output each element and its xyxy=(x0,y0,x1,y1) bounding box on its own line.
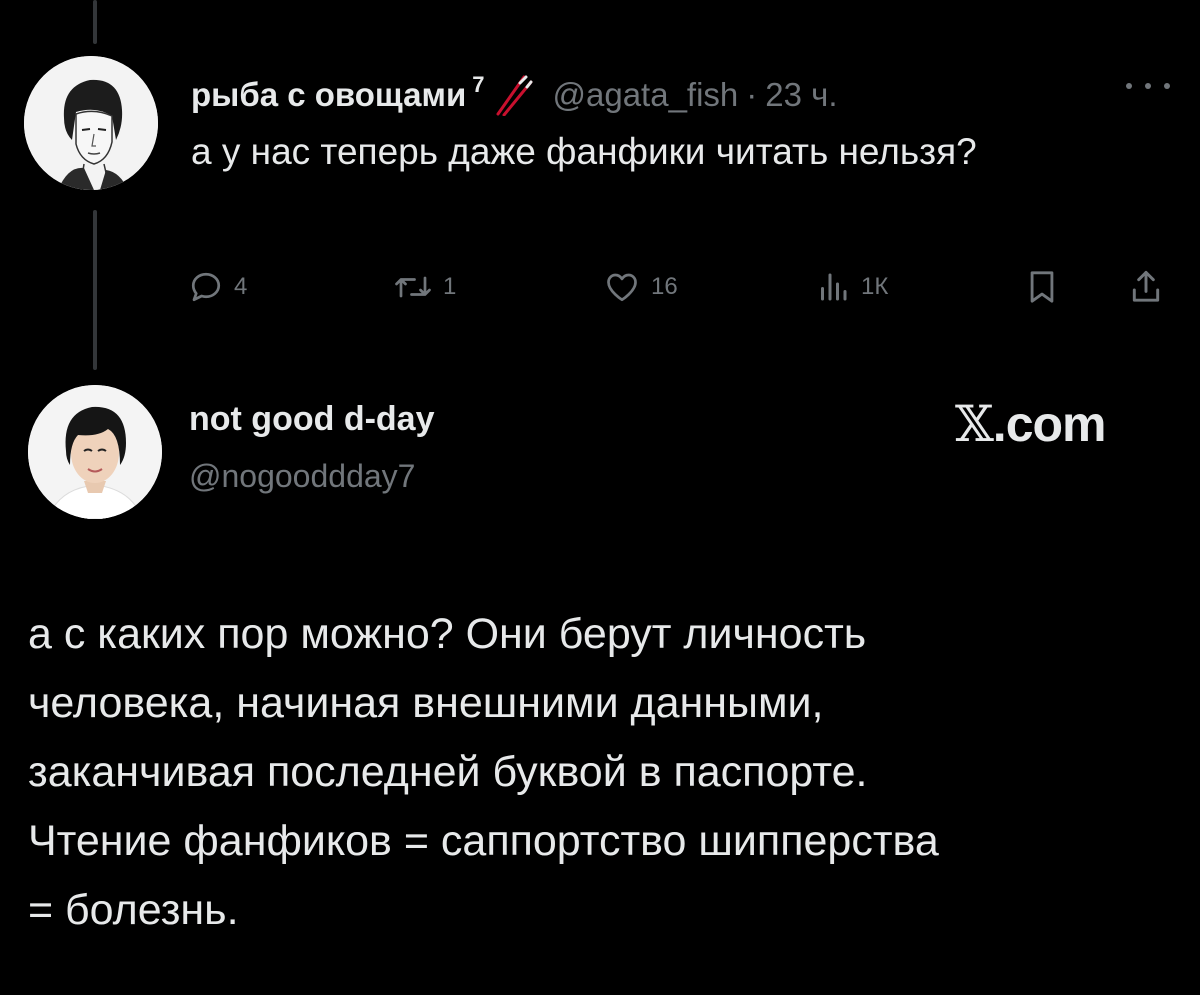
analytics-icon xyxy=(821,273,847,301)
display-name[interactable]: рыба с овощами xyxy=(191,76,466,114)
tweet-text-line: = болезнь. xyxy=(28,886,239,934)
chopsticks-icon xyxy=(494,74,534,117)
repost-count: 1 xyxy=(443,273,457,300)
avatar[interactable] xyxy=(28,385,162,519)
brand-domain: .com xyxy=(992,396,1107,452)
user-handle[interactable]: @nogooddday7 xyxy=(189,458,415,495)
x-com-logo: 𝕏.com xyxy=(955,395,1106,453)
timestamp[interactable]: 23 ч. xyxy=(765,76,837,114)
repost-icon xyxy=(395,276,431,298)
reply-button[interactable]: 4 xyxy=(188,262,247,312)
bookmark-button[interactable] xyxy=(1025,262,1059,312)
action-bar: 4 1 16 1К xyxy=(0,262,1200,312)
heart-icon xyxy=(607,273,637,302)
share-icon xyxy=(1132,270,1160,302)
name-superscript: 7 xyxy=(472,72,485,97)
separator-dot: · xyxy=(746,76,758,113)
views-button[interactable]: 1К xyxy=(815,262,888,312)
more-options-icon[interactable] xyxy=(1126,78,1170,94)
display-name[interactable]: not good d-day xyxy=(189,400,435,439)
tweet-text-line: человека, начиная внешними данными, xyxy=(28,679,824,727)
thread-line-top xyxy=(93,0,97,44)
user-handle[interactable]: @agata_fish xyxy=(552,76,738,114)
reply-count: 4 xyxy=(234,273,248,300)
share-button[interactable] xyxy=(1128,262,1164,312)
tweet-text-line: заканчивая последней буквой в паспорте. xyxy=(28,748,868,796)
reply-icon xyxy=(191,272,221,302)
tweet-text-line: Чтение фанфиков = саппортство шипперства xyxy=(28,817,939,865)
tweet-text-line: а с каких пор можно? Они берут личность xyxy=(28,610,867,658)
tweet1-header: рыба с овощами 7 @agata_fish · 23 ч. xyxy=(191,64,838,117)
avatar-sketch-portrait xyxy=(24,56,158,190)
avatar-photo xyxy=(28,385,162,519)
avatar[interactable] xyxy=(24,56,158,190)
repost-button[interactable]: 1 xyxy=(393,262,456,312)
tweet-text: а у нас теперь даже фанфики читать нельз… xyxy=(191,131,977,172)
view-count: 1К xyxy=(861,273,889,300)
like-button[interactable]: 16 xyxy=(603,262,678,312)
x-logo-icon: 𝕏 xyxy=(955,395,994,453)
tweet-text: а с каких пор можно? Они берут личность … xyxy=(28,600,1178,945)
bookmark-icon xyxy=(1030,271,1054,303)
like-count: 16 xyxy=(651,273,678,300)
